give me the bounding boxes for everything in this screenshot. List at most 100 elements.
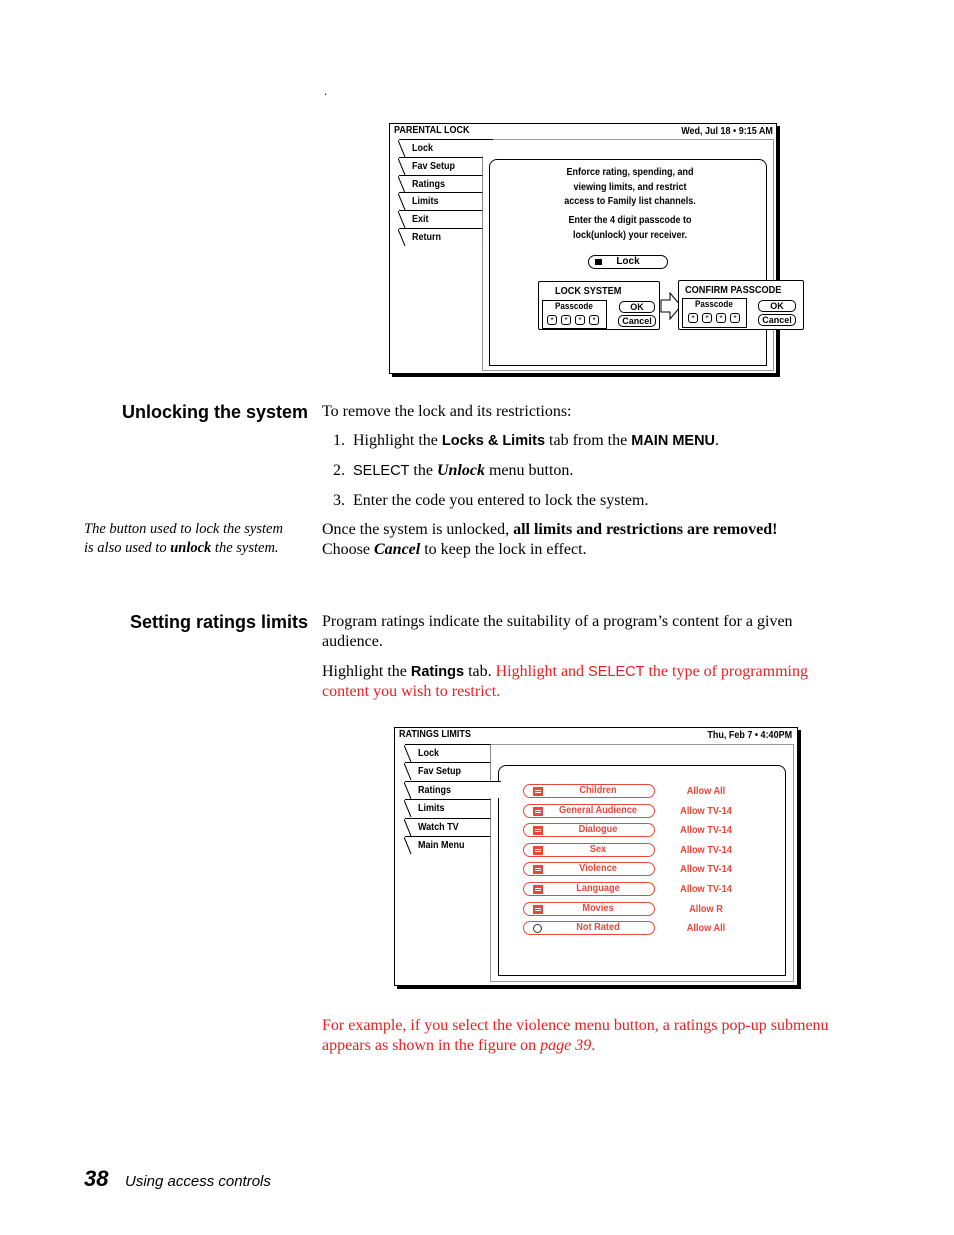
note-text: Once the system is unlocked, xyxy=(322,521,514,538)
lock-button-label: Lock xyxy=(616,256,640,267)
tab-fav-setup[interactable]: Fav Setup xyxy=(398,156,483,175)
rating-limit-value: Allow All xyxy=(686,786,726,797)
passcode-digit: * xyxy=(575,315,585,325)
tab-limits[interactable]: Limits xyxy=(398,192,483,211)
ui-term: SELECT xyxy=(353,463,410,479)
rating-category-label: Children xyxy=(579,785,617,796)
screen-title: PARENTAL LOCK xyxy=(394,125,470,136)
rating-category-button[interactable]: Sex xyxy=(523,842,655,857)
cancel-button[interactable]: Cancel xyxy=(618,315,656,327)
passcode-digit: * xyxy=(589,315,599,325)
tab-limits[interactable]: Limits xyxy=(404,799,491,818)
tab-return[interactable]: Return xyxy=(398,228,483,246)
page-link[interactable]: page 39 xyxy=(540,1037,591,1054)
list-icon xyxy=(533,806,543,816)
rating-category-button[interactable]: Children xyxy=(523,784,655,798)
section-heading-unlocking: Unlocking the system xyxy=(121,402,308,422)
tab-watch-tv[interactable]: Watch TV xyxy=(404,817,491,836)
info-line: viewing limits, and restrict xyxy=(573,181,687,193)
passcode-label: Passcode xyxy=(555,301,593,311)
tab-main-menu[interactable]: Main Menu xyxy=(404,836,491,854)
tab-label: Ratings xyxy=(418,784,452,796)
list-icon xyxy=(533,865,543,875)
ui-term: MAIN MENU xyxy=(631,433,716,449)
tab-label: Watch TV xyxy=(418,821,459,833)
step-text: Enter the code you entered to lock the s… xyxy=(353,492,649,509)
sidenote-emphasis: unlock xyxy=(170,540,212,556)
tab-label: Exit xyxy=(412,214,429,226)
step-number: 3. xyxy=(333,492,345,509)
para-text: Highlight the xyxy=(322,663,411,680)
example-paragraph: For example, if you select the violence … xyxy=(322,1016,829,1056)
tab-edge xyxy=(404,745,412,762)
step-text: . xyxy=(715,432,720,449)
rating-category-button[interactable]: General Audience xyxy=(523,803,655,818)
rating-limit-value: Allow TV-14 xyxy=(680,825,732,837)
tab-edge xyxy=(398,140,406,157)
parental-lock-screen: PARENTAL LOCK Wed, Jul 18 • 9:15 AM Lock… xyxy=(389,123,804,374)
dialog-title: LOCK SYSTEM xyxy=(555,286,622,297)
para-line-red: For example, if you select the violence … xyxy=(322,1017,829,1034)
tab-fav-setup[interactable]: Fav Setup xyxy=(404,762,491,781)
ui-term: Ratings xyxy=(410,664,465,680)
rating-category-button[interactable]: Not Rated xyxy=(523,921,655,936)
rating-category-button[interactable]: Dialogue xyxy=(523,823,655,838)
tab-edge xyxy=(404,818,412,836)
tab-edge xyxy=(404,837,412,854)
ui-term: Locks & Limits xyxy=(441,433,546,449)
step-number: 2. xyxy=(333,462,345,479)
tab-ratings[interactable]: Ratings xyxy=(404,780,501,799)
passcode-field[interactable]: Passcode * * * * xyxy=(542,300,607,329)
rating-category-label: Language xyxy=(576,883,620,894)
info-line: access to Family list channels. xyxy=(564,196,696,207)
stray-mark: . xyxy=(324,84,327,98)
info-line: Enforce rating, spending, and xyxy=(566,167,694,178)
list-icon xyxy=(533,787,543,796)
tab-lock[interactable]: Lock xyxy=(404,744,491,762)
para-text-red: . xyxy=(591,1037,596,1054)
rating-category-button[interactable]: Movies xyxy=(523,901,655,916)
passcode-digit: * xyxy=(561,315,571,325)
dialog-title: CONFIRM PASSCODE xyxy=(685,285,782,296)
tab-label: Limits xyxy=(412,196,439,208)
tab-label: Lock xyxy=(418,748,440,759)
ok-button[interactable]: OK xyxy=(619,301,655,313)
list-icon xyxy=(533,845,543,855)
tab-label: Lock xyxy=(412,143,434,154)
tab-exit[interactable]: Exit xyxy=(398,210,483,229)
tab-edge xyxy=(404,781,412,799)
rating-limit-value: Allow TV-14 xyxy=(680,864,732,876)
footer-section-title: Using access controls xyxy=(125,1173,271,1190)
confirm-passcode-field[interactable]: Passcode * * * * xyxy=(682,298,747,328)
rating-category-button[interactable]: Language xyxy=(523,882,655,896)
ui-term: Unlock xyxy=(436,462,485,479)
step-text: menu button. xyxy=(484,462,574,479)
para-text-red: appears as shown in the figure on xyxy=(322,1037,541,1054)
tab-label: Return xyxy=(412,232,442,243)
sidenote: The button used to lock the system is al… xyxy=(84,520,283,558)
passcode-digit: * xyxy=(702,313,712,323)
info-line: Enter the 4 digit passcode to xyxy=(568,215,692,226)
confirm-passcode-dialog: CONFIRM PASSCODE Passcode * * * * OK Can… xyxy=(678,280,804,330)
list-icon xyxy=(533,885,543,894)
rating-category-button[interactable]: Violence xyxy=(523,862,655,877)
tab-lock[interactable]: Lock xyxy=(398,139,493,157)
para-text: tab. xyxy=(464,663,496,680)
cancel-button[interactable]: Cancel xyxy=(758,314,796,326)
tab-ratings[interactable]: Ratings xyxy=(398,174,483,193)
sidenote-text: the system. xyxy=(211,540,279,556)
rating-category-label: Sex xyxy=(589,843,607,855)
screen-title: RATINGS LIMITS xyxy=(399,729,471,740)
rating-limit-value: Allow All xyxy=(686,923,726,935)
tab-label: Fav Setup xyxy=(418,766,462,778)
lock-button[interactable]: Lock xyxy=(588,255,668,269)
step-2: 2. SELECT the Unlock menu button. xyxy=(333,461,573,481)
ratings-intro: Program ratings indicate the suitability… xyxy=(322,612,793,652)
tab-edge xyxy=(398,211,406,229)
ui-term: SELECT xyxy=(588,664,645,680)
tab-label: Main Menu xyxy=(418,840,465,851)
info-text: Enforce rating, spending, and viewing li… xyxy=(558,166,702,210)
ui-term: Cancel xyxy=(374,541,421,558)
ok-button[interactable]: OK xyxy=(758,300,796,312)
rating-limit-value: Allow R xyxy=(689,903,723,915)
